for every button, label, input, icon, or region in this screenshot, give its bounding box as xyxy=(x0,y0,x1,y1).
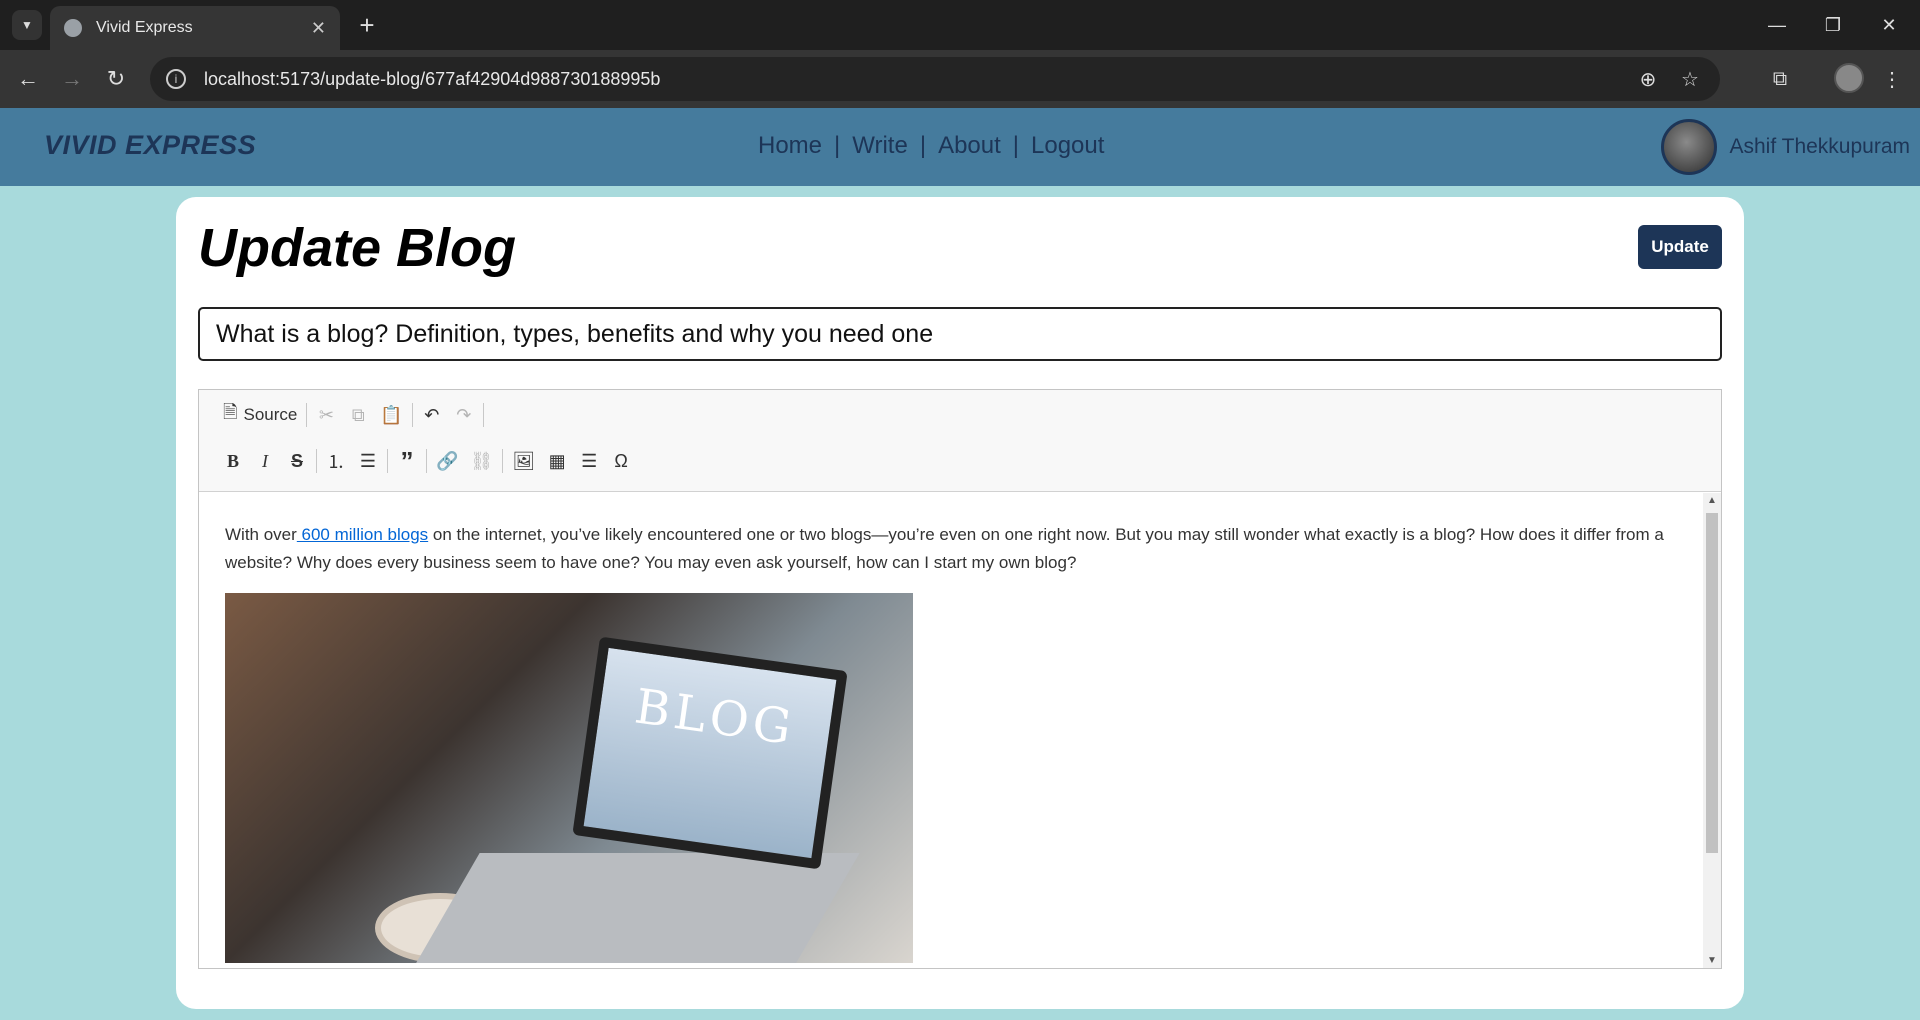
table-icon[interactable]: ▦ xyxy=(541,446,573,476)
new-tab-plus-icon[interactable]: + xyxy=(352,10,382,40)
nav-write[interactable]: Write xyxy=(852,132,908,160)
content-paragraph: With over 600 million blogs on the inter… xyxy=(225,521,1677,577)
user-profile[interactable]: Ashif Thekkupuram xyxy=(1661,119,1910,175)
site-info-icon[interactable]: i xyxy=(166,69,186,89)
toolbar-row-2: B I S ⒈ ☰ ” 🔗 ⛓ 🖼 ▦ ☰ Ω xyxy=(217,444,637,478)
page-title: Update Blog xyxy=(198,218,516,278)
nav-separator: | xyxy=(834,132,841,159)
undo-icon[interactable]: ↶ xyxy=(416,400,448,430)
browser-toolbar: ← → ↻ i localhost:5173/update-blog/677af… xyxy=(0,50,1920,108)
bulleted-list-icon[interactable]: ☰ xyxy=(352,446,384,476)
editor-scrollbar[interactable]: ▲ ▼ xyxy=(1703,493,1721,968)
source-button[interactable]: 🗎 Source xyxy=(217,400,303,430)
url-text: localhost:5173/update-blog/677af42904d98… xyxy=(204,68,661,89)
cut-icon[interactable]: ✂ xyxy=(310,400,342,430)
special-character-icon[interactable]: Ω xyxy=(605,446,637,476)
address-bar[interactable]: i localhost:5173/update-blog/677af42904d… xyxy=(150,57,1720,101)
bold-icon[interactable]: B xyxy=(217,446,249,476)
blogs-link[interactable]: 600 million blogs xyxy=(297,525,429,544)
italic-icon[interactable]: I xyxy=(249,446,281,476)
scroll-thumb[interactable] xyxy=(1706,513,1718,853)
toolbar-row-1: 🗎 Source ✂ ⧉ 📋 ↶ ↷ xyxy=(217,398,487,432)
numbered-list-icon[interactable]: ⒈ xyxy=(320,446,352,476)
tab-close-icon[interactable]: ✕ xyxy=(311,18,326,39)
browser-menu-icon[interactable]: ⋮ xyxy=(1876,63,1908,95)
toolbar-separator xyxy=(306,403,308,427)
strikethrough-icon[interactable]: S xyxy=(281,446,313,476)
toolbar-separator xyxy=(411,403,413,427)
rich-text-editor: 🗎 Source ✂ ⧉ 📋 ↶ ↷ B I S ⒈ ☰ ” 🔗 ⛓ 🖼 ▦ ☰… xyxy=(198,389,1722,969)
window-close-icon[interactable]: ✕ xyxy=(1864,8,1914,42)
nav-home[interactable]: Home xyxy=(758,132,822,160)
paragraph-text: With over xyxy=(225,525,297,544)
tab-title: Vivid Express xyxy=(96,19,193,36)
laptop-screen: BLOG xyxy=(572,636,848,870)
scroll-down-icon[interactable]: ▼ xyxy=(1707,955,1717,966)
editor-toolbar: 🗎 Source ✂ ⧉ 📋 ↶ ↷ B I S ⒈ ☰ ” 🔗 ⛓ 🖼 ▦ ☰… xyxy=(199,390,1721,492)
horizontal-line-icon[interactable]: ☰ xyxy=(573,446,605,476)
user-name[interactable]: Ashif Thekkupuram xyxy=(1729,135,1910,159)
image-icon[interactable]: 🖼 xyxy=(506,446,541,476)
browser-tab[interactable]: Vivid Express ✕ xyxy=(50,6,340,50)
nav-separator: | xyxy=(1012,132,1020,159)
copy-icon[interactable]: ⧉ xyxy=(342,400,374,430)
minimize-icon[interactable]: — xyxy=(1752,8,1802,42)
nav-about[interactable]: About xyxy=(938,132,1001,160)
blockquote-icon[interactable]: ” xyxy=(391,446,423,476)
editor-content[interactable]: With over 600 million blogs on the inter… xyxy=(199,493,1703,968)
unlink-icon[interactable]: ⛓ xyxy=(464,446,499,476)
restore-icon[interactable]: ❐ xyxy=(1808,8,1858,42)
update-button[interactable]: Update xyxy=(1638,225,1722,269)
blog-title-input[interactable]: What is a blog? Definition, types, benef… xyxy=(198,307,1722,361)
main-nav: Home | Write | About | Logout xyxy=(758,132,1104,160)
link-icon[interactable]: 🔗 xyxy=(430,446,464,476)
blog-image[interactable]: BLOG xyxy=(225,593,913,963)
profile-avatar-icon[interactable] xyxy=(1834,63,1864,93)
zoom-icon[interactable]: ⊕ xyxy=(1628,57,1668,101)
toolbar-separator xyxy=(316,449,317,473)
site-logo[interactable]: VIVID EXPRESS xyxy=(44,130,256,161)
source-file-icon: 🗎 xyxy=(223,402,238,422)
tab-list-chevron-icon[interactable]: ▼ xyxy=(12,10,42,40)
toolbar-separator xyxy=(387,449,388,473)
globe-icon xyxy=(64,19,82,37)
nav-logout[interactable]: Logout xyxy=(1031,132,1104,160)
avatar[interactable] xyxy=(1661,119,1718,175)
laptop-keyboard-shape xyxy=(410,853,860,963)
bookmark-star-icon[interactable]: ☆ xyxy=(1670,57,1710,101)
paste-icon[interactable]: 📋 xyxy=(374,400,408,430)
toolbar-separator xyxy=(482,403,484,427)
update-blog-card: Update Blog Update What is a blog? Defin… xyxy=(176,197,1744,1009)
redo-icon[interactable]: ↷ xyxy=(448,400,480,430)
extensions-puzzle-icon[interactable]: ⧉ xyxy=(1764,63,1796,95)
back-arrow-icon[interactable]: ← xyxy=(12,63,44,95)
paragraph-text: on the internet, you’ve likely encounter… xyxy=(225,525,1664,572)
toolbar-separator xyxy=(426,449,427,473)
toolbar-separator xyxy=(502,449,504,473)
nav-separator: | xyxy=(919,132,927,159)
reload-icon[interactable]: ↻ xyxy=(100,63,132,95)
browser-tab-bar: ▼ Vivid Express ✕ + — ❐ ✕ xyxy=(0,0,1920,50)
app-header: VIVID EXPRESS Home | Write | About | Log… xyxy=(0,108,1920,186)
scroll-up-icon[interactable]: ▲ xyxy=(1707,495,1717,506)
source-label: Source xyxy=(243,405,298,424)
forward-arrow-icon[interactable]: → xyxy=(56,63,88,95)
